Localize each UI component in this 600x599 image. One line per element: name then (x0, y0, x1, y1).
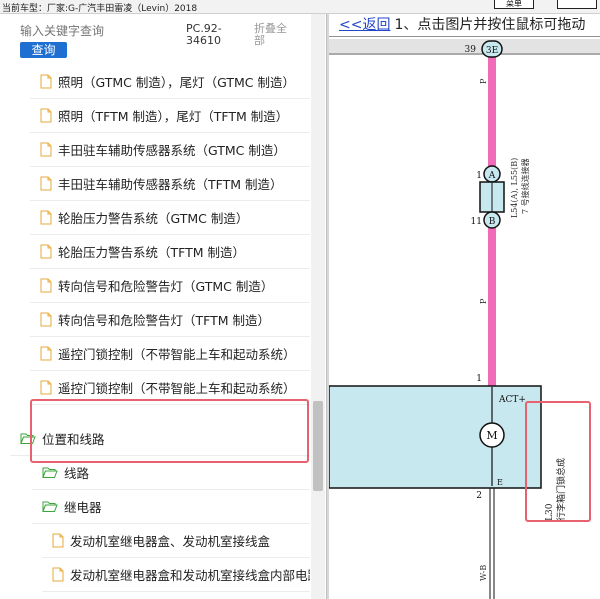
document-icon (40, 142, 52, 156)
document-icon (40, 74, 52, 88)
tree-item-label: 继电器 (64, 499, 102, 515)
search-button[interactable]: 查询 (20, 42, 67, 58)
code-line-2: 34610 (186, 34, 221, 47)
document-icon (40, 108, 52, 122)
instruction-text: 1、点击图片并按住鼠标可拖动 (394, 17, 586, 33)
left-pane: 查询 PC.92- 34610 折叠全 部 照明（GTMC 制造），尾灯（GTM… (0, 14, 326, 599)
wire-code-mid: P (479, 298, 488, 304)
tree-item[interactable]: 照明（TFTM 制造），尾灯（TFTM 制造） (40, 98, 288, 132)
document-icon (40, 176, 52, 190)
tree-item-label: 丰田驻车辅助传感器系统（GTMC 制造） (58, 142, 286, 158)
current-car: 当前车型：厂家:G-广汽丰田雷凌（Levin）2018 (2, 1, 197, 14)
document-icon (40, 312, 52, 326)
pin-a: 1 (476, 171, 482, 181)
tree-view: 照明（GTMC 制造），尾灯（GTMC 制造） 照明（TFTM 制造），尾灯（TF… (0, 64, 310, 599)
tree-item-label: 转向信号和危险警告灯（GTMC 制造） (58, 278, 274, 294)
pin-1: 1 (476, 374, 482, 384)
e-label: E (497, 478, 503, 487)
act-label: ACT+ (498, 395, 526, 405)
document-icon (40, 380, 52, 394)
motor-label: M (486, 429, 497, 442)
component-name: 行李箱门锁总成 (555, 458, 567, 521)
search-row: 查询 PC.92- 34610 折叠全 部 (0, 14, 326, 64)
document-icon (52, 567, 64, 581)
folder-open-icon (42, 501, 58, 512)
tree-item[interactable]: 发动机室继电器盒和发动机室接线盒内部电路 (52, 557, 310, 591)
menu-button[interactable]: 菜单 (494, 0, 534, 9)
folder-open-icon (42, 467, 58, 478)
document-icon (40, 278, 52, 292)
joint-label-2: 7 号接线连接器 (520, 158, 530, 214)
tree-item-label: 遥控门锁控制（不带智能上车和起动系统） (58, 346, 296, 362)
tree-item[interactable]: 丰田驻车辅助传感器系统（GTMC 制造） (40, 132, 286, 166)
tree-item[interactable]: 发动机室继电器盒、发动机室接线盒 (52, 523, 270, 557)
code-label: PC.92- 34610 (186, 23, 222, 47)
tree-item[interactable]: 轮胎压力警告系统（TFTM 制造） (40, 234, 245, 268)
tree-item[interactable]: 照明（GTMC 制造），尾灯（GTMC 制造） (40, 64, 295, 98)
car-value: 厂家:G-广汽丰田雷凌（Levin）2018 (47, 4, 198, 14)
tree-item-label: 转向信号和危险警告灯（TFTM 制造） (58, 312, 271, 328)
collapse-line-2: 部 (254, 34, 265, 47)
tree-item[interactable]: 转向信号和危险警告灯（GTMC 制造） (40, 268, 273, 302)
tree-item-label: 轮胎压力警告系统（GTMC 制造） (58, 210, 249, 226)
pin-b: 11 (471, 217, 482, 227)
tree-item-label: 线路 (64, 465, 90, 481)
component-code: L30 (545, 503, 555, 521)
connector-a-label: A (488, 171, 496, 181)
tree-item[interactable]: 转向信号和危险警告灯（TFTM 制造） (40, 302, 270, 336)
search-input[interactable] (20, 21, 180, 41)
tree-item-label: 遥控门锁控制（不带智能上车和起动系统） (58, 380, 296, 396)
wiring-diagram[interactable]: 3E 39 P A 1 B 11 L54(A), L55(B) 7 号接线连接器… (329, 36, 600, 599)
tree-item-label: 照明（TFTM 制造），尾灯（TFTM 制造） (58, 108, 289, 124)
tree-item-label: 轮胎压力警告系统（TFTM 制造） (58, 244, 246, 260)
tree-item[interactable]: 遥控门锁控制（不带智能上车和起动系统） (40, 336, 296, 370)
pin-39: 39 (465, 45, 477, 55)
pin-2: 2 (476, 491, 482, 501)
wire-code-top: P (479, 78, 488, 84)
collapse-all-button[interactable]: 折叠全 部 (254, 23, 287, 47)
tree-item-label: 照明（GTMC 制造），尾灯（GTMC 制造） (58, 74, 295, 90)
document-icon (52, 533, 64, 547)
tree-item-label: 丰田驻车辅助传感器系统（TFTM 制造） (58, 176, 283, 192)
connector-3e-label: 3E (486, 46, 498, 56)
tree-folder-relay[interactable]: 继电器 (42, 489, 102, 523)
tree-item-label: 发动机室继电器盒和发动机室接线盒内部电路 (70, 567, 310, 583)
tree-item[interactable]: 丰田驻车辅助传感器系统（TFTM 制造） (40, 166, 283, 200)
toolbar-button[interactable] (557, 0, 597, 9)
app-root: 当前车型：厂家:G-广汽丰田雷凌（Levin）2018 菜单 查询 PC.92-… (0, 0, 600, 599)
wire-code-bottom: W-B (479, 565, 488, 581)
right-pane: <<返回 1、点击图片并按住鼠标可拖动 3E 39 P A 1 B 11 L54(… (329, 14, 600, 599)
scroll-thumb[interactable] (313, 401, 323, 491)
left-scrollbar[interactable] (311, 14, 325, 599)
top-bar: 当前车型：厂家:G-广汽丰田雷凌（Levin）2018 菜单 (0, 0, 600, 14)
tree-item[interactable]: 仪表板接线盒总成 (52, 591, 170, 599)
document-icon (40, 346, 52, 360)
document-icon (40, 210, 52, 224)
tree-item-label: 发动机室继电器盒、发动机室接线盒 (70, 533, 271, 549)
document-icon (40, 244, 52, 258)
highlight-box (30, 399, 309, 463)
back-link[interactable]: <<返回 (339, 17, 390, 33)
right-header: <<返回 1、点击图片并按住鼠标可拖动 (329, 14, 600, 36)
connector-b-label: B (489, 217, 496, 227)
tree-item[interactable]: 轮胎压力警告系统（GTMC 制造） (40, 200, 248, 234)
car-label: 当前车型： (2, 4, 48, 14)
joint-label-1: L54(A), L55(B) (510, 158, 519, 218)
